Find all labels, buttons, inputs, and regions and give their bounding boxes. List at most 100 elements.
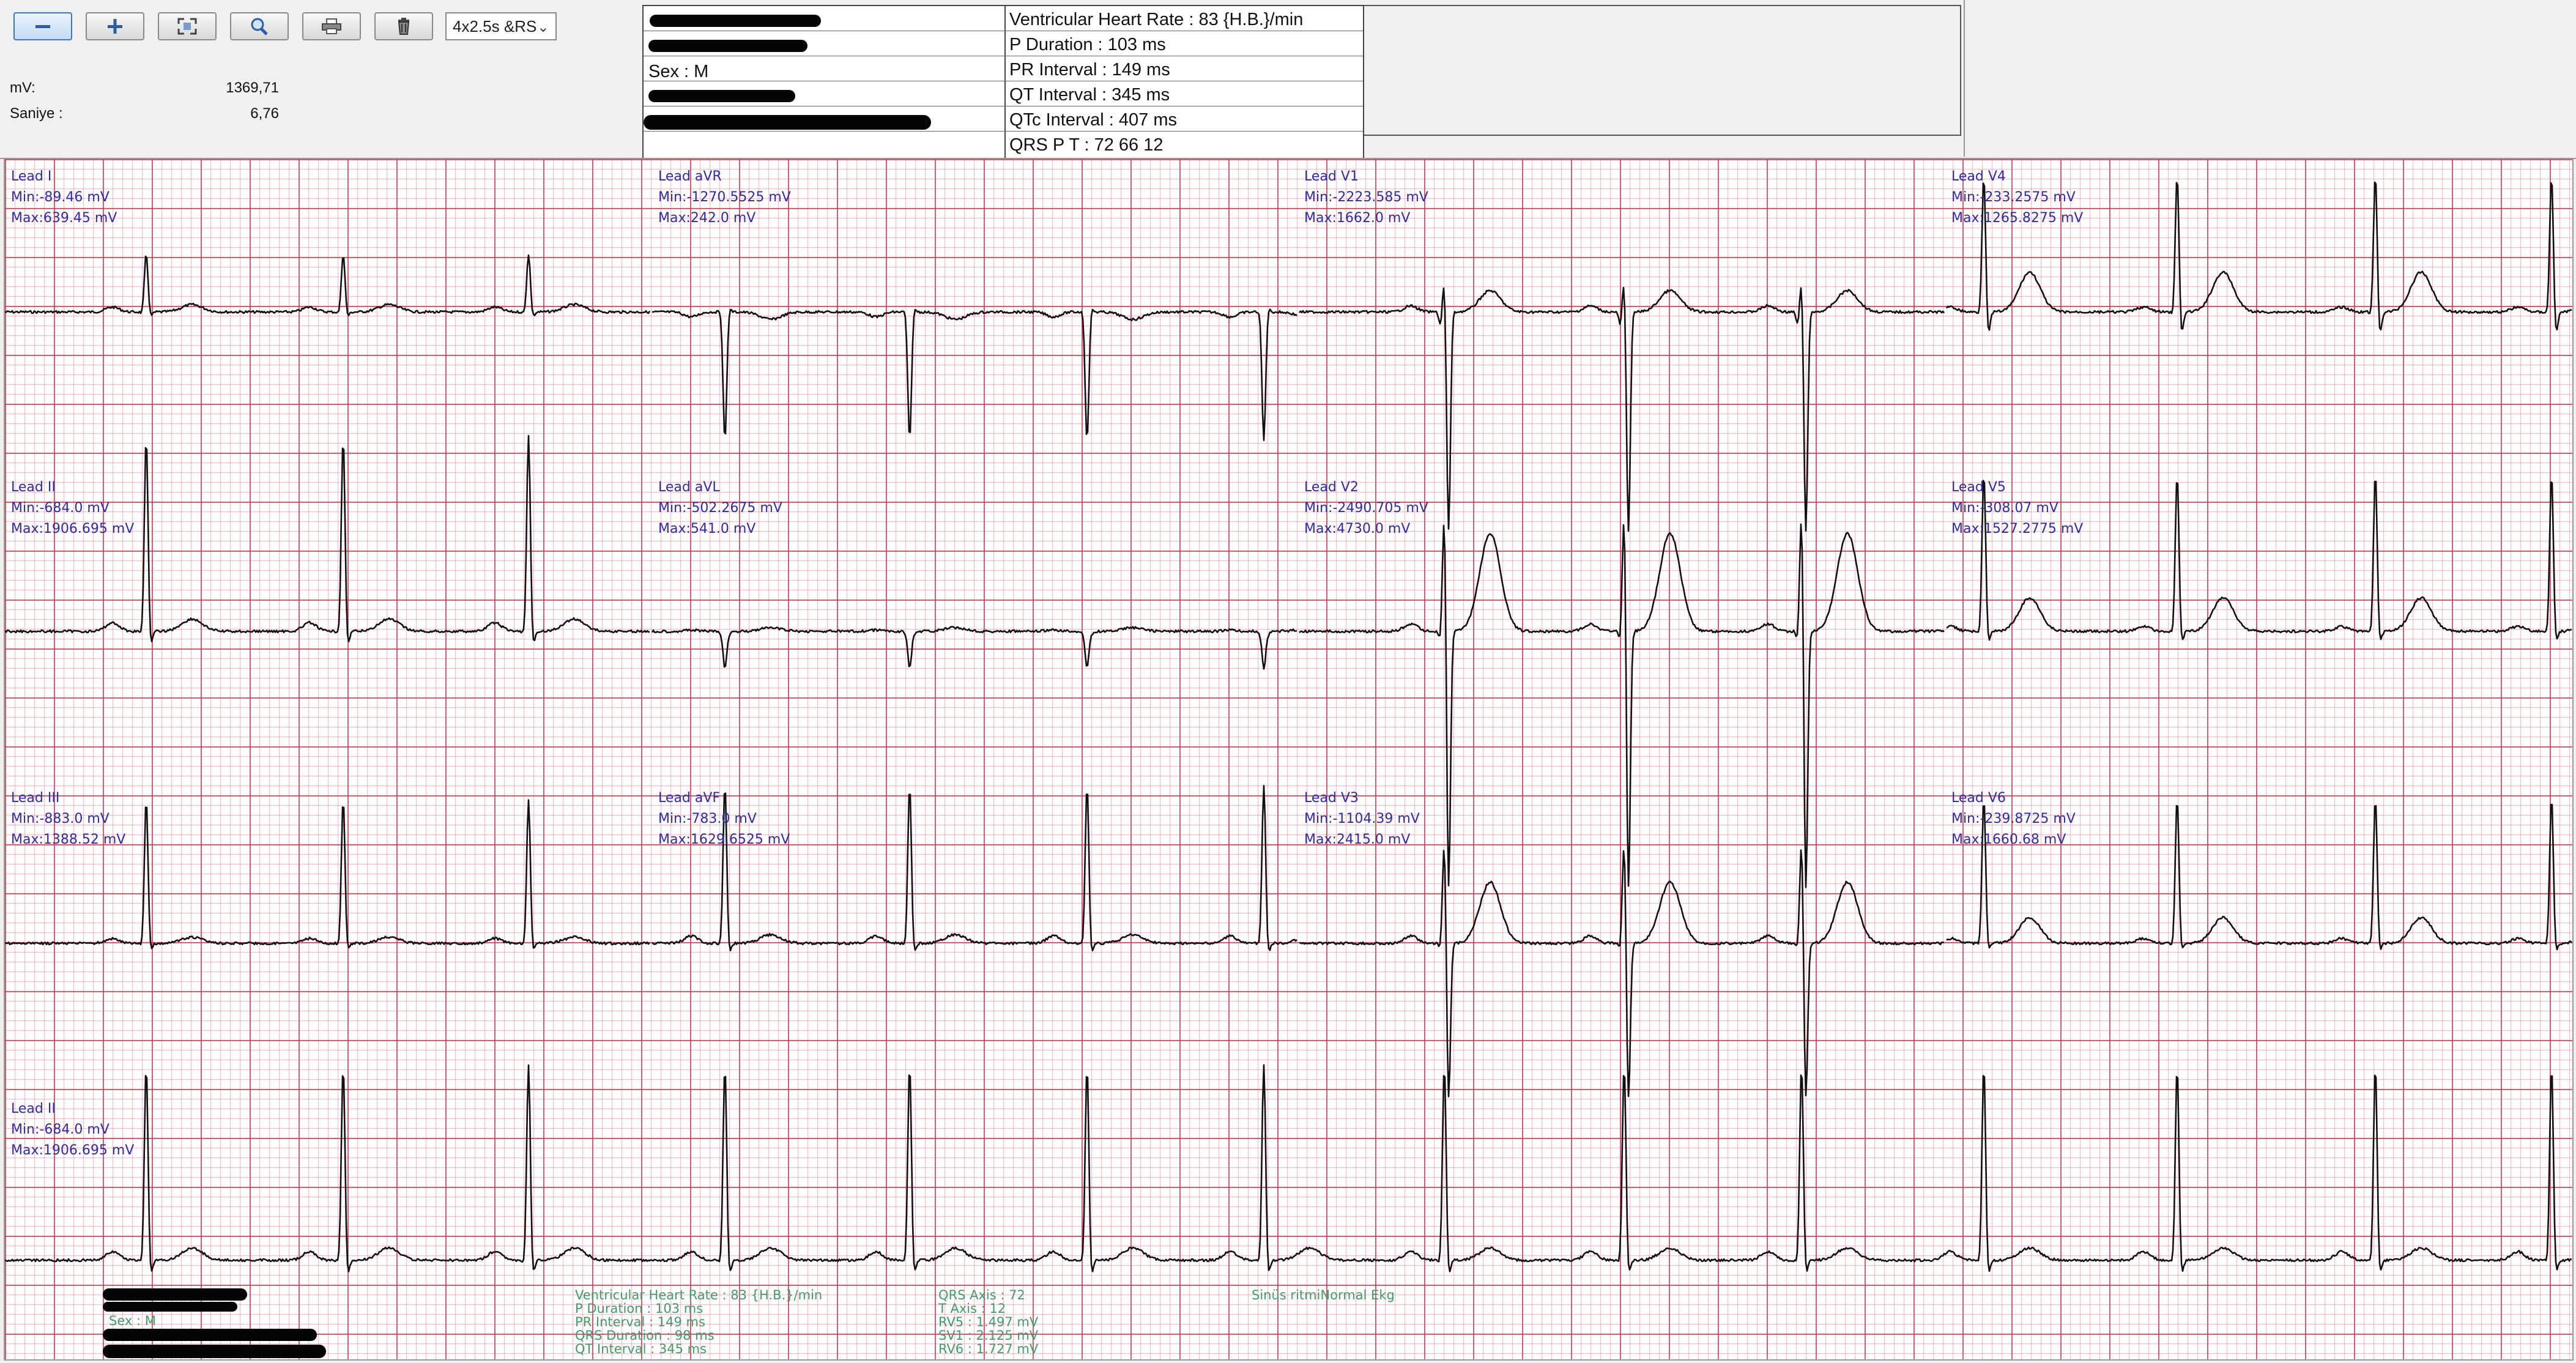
lead-name: Lead II bbox=[11, 1101, 56, 1116]
mv-label: mV: bbox=[10, 80, 35, 96]
saniye-value: 6,76 bbox=[250, 105, 279, 122]
redacted-report-name bbox=[103, 1288, 247, 1301]
lead-min: Min:-684.0 mV bbox=[11, 500, 109, 516]
lead-info-avf: Lead aVF Min:-783.0 mV Max:1629.6525 mV bbox=[658, 788, 790, 850]
ecg-traces bbox=[5, 181, 2572, 1272]
redacted-birth-date bbox=[648, 90, 795, 102]
right-panel bbox=[1964, 0, 2576, 157]
info-row-line bbox=[644, 131, 1363, 132]
redacted-report-date bbox=[103, 1345, 326, 1358]
info-divider bbox=[1004, 6, 1006, 158]
lead-name: Lead aVF bbox=[658, 790, 721, 806]
chevron-down-icon: ⌄ bbox=[536, 19, 549, 35]
report-sv1: SV1 : 2.125 mV bbox=[938, 1328, 1039, 1343]
lead-max: Max:1527.2775 mV bbox=[1951, 521, 2084, 537]
layout-select-value: 4x2.5s &RS bbox=[453, 17, 537, 35]
report-t-axis: T Axis : 12 bbox=[938, 1301, 1006, 1316]
lead-max: Max:639.45 mV bbox=[11, 210, 117, 226]
lead-max: Max:541.0 mV bbox=[658, 521, 756, 537]
lead-min: Min:-502.2675 mV bbox=[658, 500, 782, 516]
lead-min: Min:-883.0 mV bbox=[11, 811, 109, 826]
lead-min: Min:-308.07 mV bbox=[1951, 500, 2058, 516]
info-pr-interval: PR Interval : 149 ms bbox=[1009, 60, 1170, 80]
report-sex: Sex : M bbox=[109, 1313, 156, 1328]
lead-min: Min:-89.46 mV bbox=[11, 190, 109, 205]
lead-max: Max:1906.695 mV bbox=[11, 521, 135, 537]
lead-min: Min:-233.2575 mV bbox=[1951, 190, 2076, 205]
lead-min: Min:-684.0 mV bbox=[11, 1122, 109, 1137]
lead-info-v2: Lead V2 Min:-2490.705 mV Max:4730.0 mV bbox=[1304, 477, 1428, 540]
redacted-report-id bbox=[103, 1302, 237, 1312]
lead-info-avl: Lead aVL Min:-502.2675 mV Max:541.0 mV bbox=[658, 477, 782, 540]
info-qrs-p-t-axes: QRS P T : 72 66 12 bbox=[1009, 135, 1164, 155]
lead-max: Max:1629.6525 mV bbox=[658, 832, 790, 847]
trace-lead-avl bbox=[651, 626, 1297, 670]
patient-info-panel: Sex : M Ventricular Heart Rate : 83 {H.B… bbox=[642, 5, 1364, 159]
ecg-grid[interactable]: Lead I Min:-89.46 mV Max:639.45 mV Lead aV… bbox=[4, 158, 2574, 1361]
lead-info-avr: Lead aVR Min:-1270.5525 mV Max:242.0 mV bbox=[658, 166, 791, 229]
lead-info-v1: Lead V1 Min:-2223.585 mV Max:1662.0 mV bbox=[1304, 166, 1428, 229]
report-pr-interval: PR Interval : 149 ms bbox=[575, 1315, 705, 1329]
lead-min: Min:-1270.5525 mV bbox=[658, 190, 791, 205]
lead-name: Lead II bbox=[11, 480, 56, 495]
lead-name: Lead V1 bbox=[1304, 169, 1359, 184]
info-ventricular-rate: Ventricular Heart Rate : 83 {H.B.}/min bbox=[1009, 10, 1304, 29]
fit-screen-button[interactable] bbox=[158, 12, 217, 40]
redacted-report-birth bbox=[103, 1329, 317, 1341]
lead-name: Lead aVR bbox=[658, 169, 722, 184]
report-qrs-duration: QRS Duration : 98 ms bbox=[575, 1328, 715, 1343]
redacted-patient-id bbox=[648, 40, 807, 52]
lead-info-i: Lead I Min:-89.46 mV Max:639.45 mV bbox=[11, 166, 117, 229]
saniye-label: Saniye : bbox=[10, 105, 63, 122]
lead-name: Lead V2 bbox=[1304, 480, 1359, 495]
plus-icon bbox=[108, 19, 122, 34]
report-col-2: QRS Axis : 72 T Axis : 12 RV5 : 1.497 mV… bbox=[938, 1288, 1038, 1356]
trace-lead-i bbox=[5, 254, 651, 316]
lead-max: Max:4730.0 mV bbox=[1304, 521, 1411, 537]
report-qt-interval: QT Interval : 345 ms bbox=[575, 1342, 707, 1356]
report-vhr: Ventricular Heart Rate : 83 {H.B.}/min bbox=[575, 1288, 823, 1302]
mv-value: 1369,71 bbox=[226, 80, 279, 96]
magnifier-icon bbox=[251, 18, 268, 35]
report-p-duration: P Duration : 103 ms bbox=[575, 1301, 703, 1316]
lead-name: Lead III bbox=[11, 790, 60, 806]
lead-name: Lead V4 bbox=[1951, 169, 2006, 184]
lead-max: Max:2415.0 mV bbox=[1304, 832, 1411, 847]
lead-info-v4: Lead V4 Min:-233.2575 mV Max:1265.8275 mV bbox=[1951, 166, 2083, 229]
trash-icon bbox=[398, 18, 410, 35]
zoom-out-button[interactable] bbox=[13, 12, 72, 40]
magnify-button[interactable] bbox=[230, 12, 289, 40]
lead-name: Lead V3 bbox=[1304, 790, 1359, 806]
trace-rhythm-ii bbox=[5, 1064, 2572, 1272]
lead-info-iii: Lead III Min:-883.0 mV Max:1388.52 mV bbox=[11, 788, 125, 850]
layout-select[interactable]: 4x2.5s &RS ⌄ bbox=[445, 12, 557, 40]
lead-min: Min:-2223.585 mV bbox=[1304, 190, 1428, 205]
lead-name: Lead V5 bbox=[1951, 480, 2006, 495]
secondary-frame bbox=[1352, 5, 1961, 136]
lead-max: Max:1388.52 mV bbox=[11, 832, 126, 847]
report-interpretation: Sinüs ritmiNormal Ekg bbox=[1252, 1288, 1395, 1302]
lead-min: Min:-1104.39 mV bbox=[1304, 811, 1420, 826]
lead-min: Min:-239.8725 mV bbox=[1951, 811, 2076, 826]
report-rv6: RV6 : 1.727 mV bbox=[938, 1342, 1039, 1356]
lead-info-v5: Lead V5 Min:-308.07 mV Max:1527.2775 mV bbox=[1951, 477, 2083, 540]
redacted-patient-name bbox=[650, 15, 821, 27]
lead-max: Max:1660.68 mV bbox=[1951, 832, 2066, 847]
lead-info-v3: Lead V3 Min:-1104.39 mV Max:2415.0 mV bbox=[1304, 788, 1420, 850]
delete-button[interactable] bbox=[374, 12, 433, 40]
fullscreen-icon bbox=[177, 18, 197, 35]
print-button[interactable] bbox=[302, 12, 361, 40]
lead-max: Max:1662.0 mV bbox=[1304, 210, 1411, 226]
lead-max: Max:1906.695 mV bbox=[11, 1143, 135, 1158]
info-sex: Sex : M bbox=[648, 62, 709, 81]
info-qt-interval: QT Interval : 345 ms bbox=[1009, 85, 1170, 105]
lead-info-v6: Lead V6 Min:-239.8725 mV Max:1660.68 mV bbox=[1951, 788, 2076, 850]
zoom-in-button[interactable] bbox=[86, 12, 144, 40]
report-qrs-axis: QRS Axis : 72 bbox=[938, 1288, 1025, 1302]
report-rv5: RV5 : 1.497 mV bbox=[938, 1315, 1039, 1329]
trace-lead-avr bbox=[651, 308, 1297, 441]
lead-min: Min:-783.0 mV bbox=[658, 811, 757, 826]
lead-min: Min:-2490.705 mV bbox=[1304, 500, 1428, 516]
report-col-1: Ventricular Heart Rate : 83 {H.B.}/min P… bbox=[575, 1288, 822, 1356]
lead-max: Max:242.0 mV bbox=[658, 210, 756, 226]
